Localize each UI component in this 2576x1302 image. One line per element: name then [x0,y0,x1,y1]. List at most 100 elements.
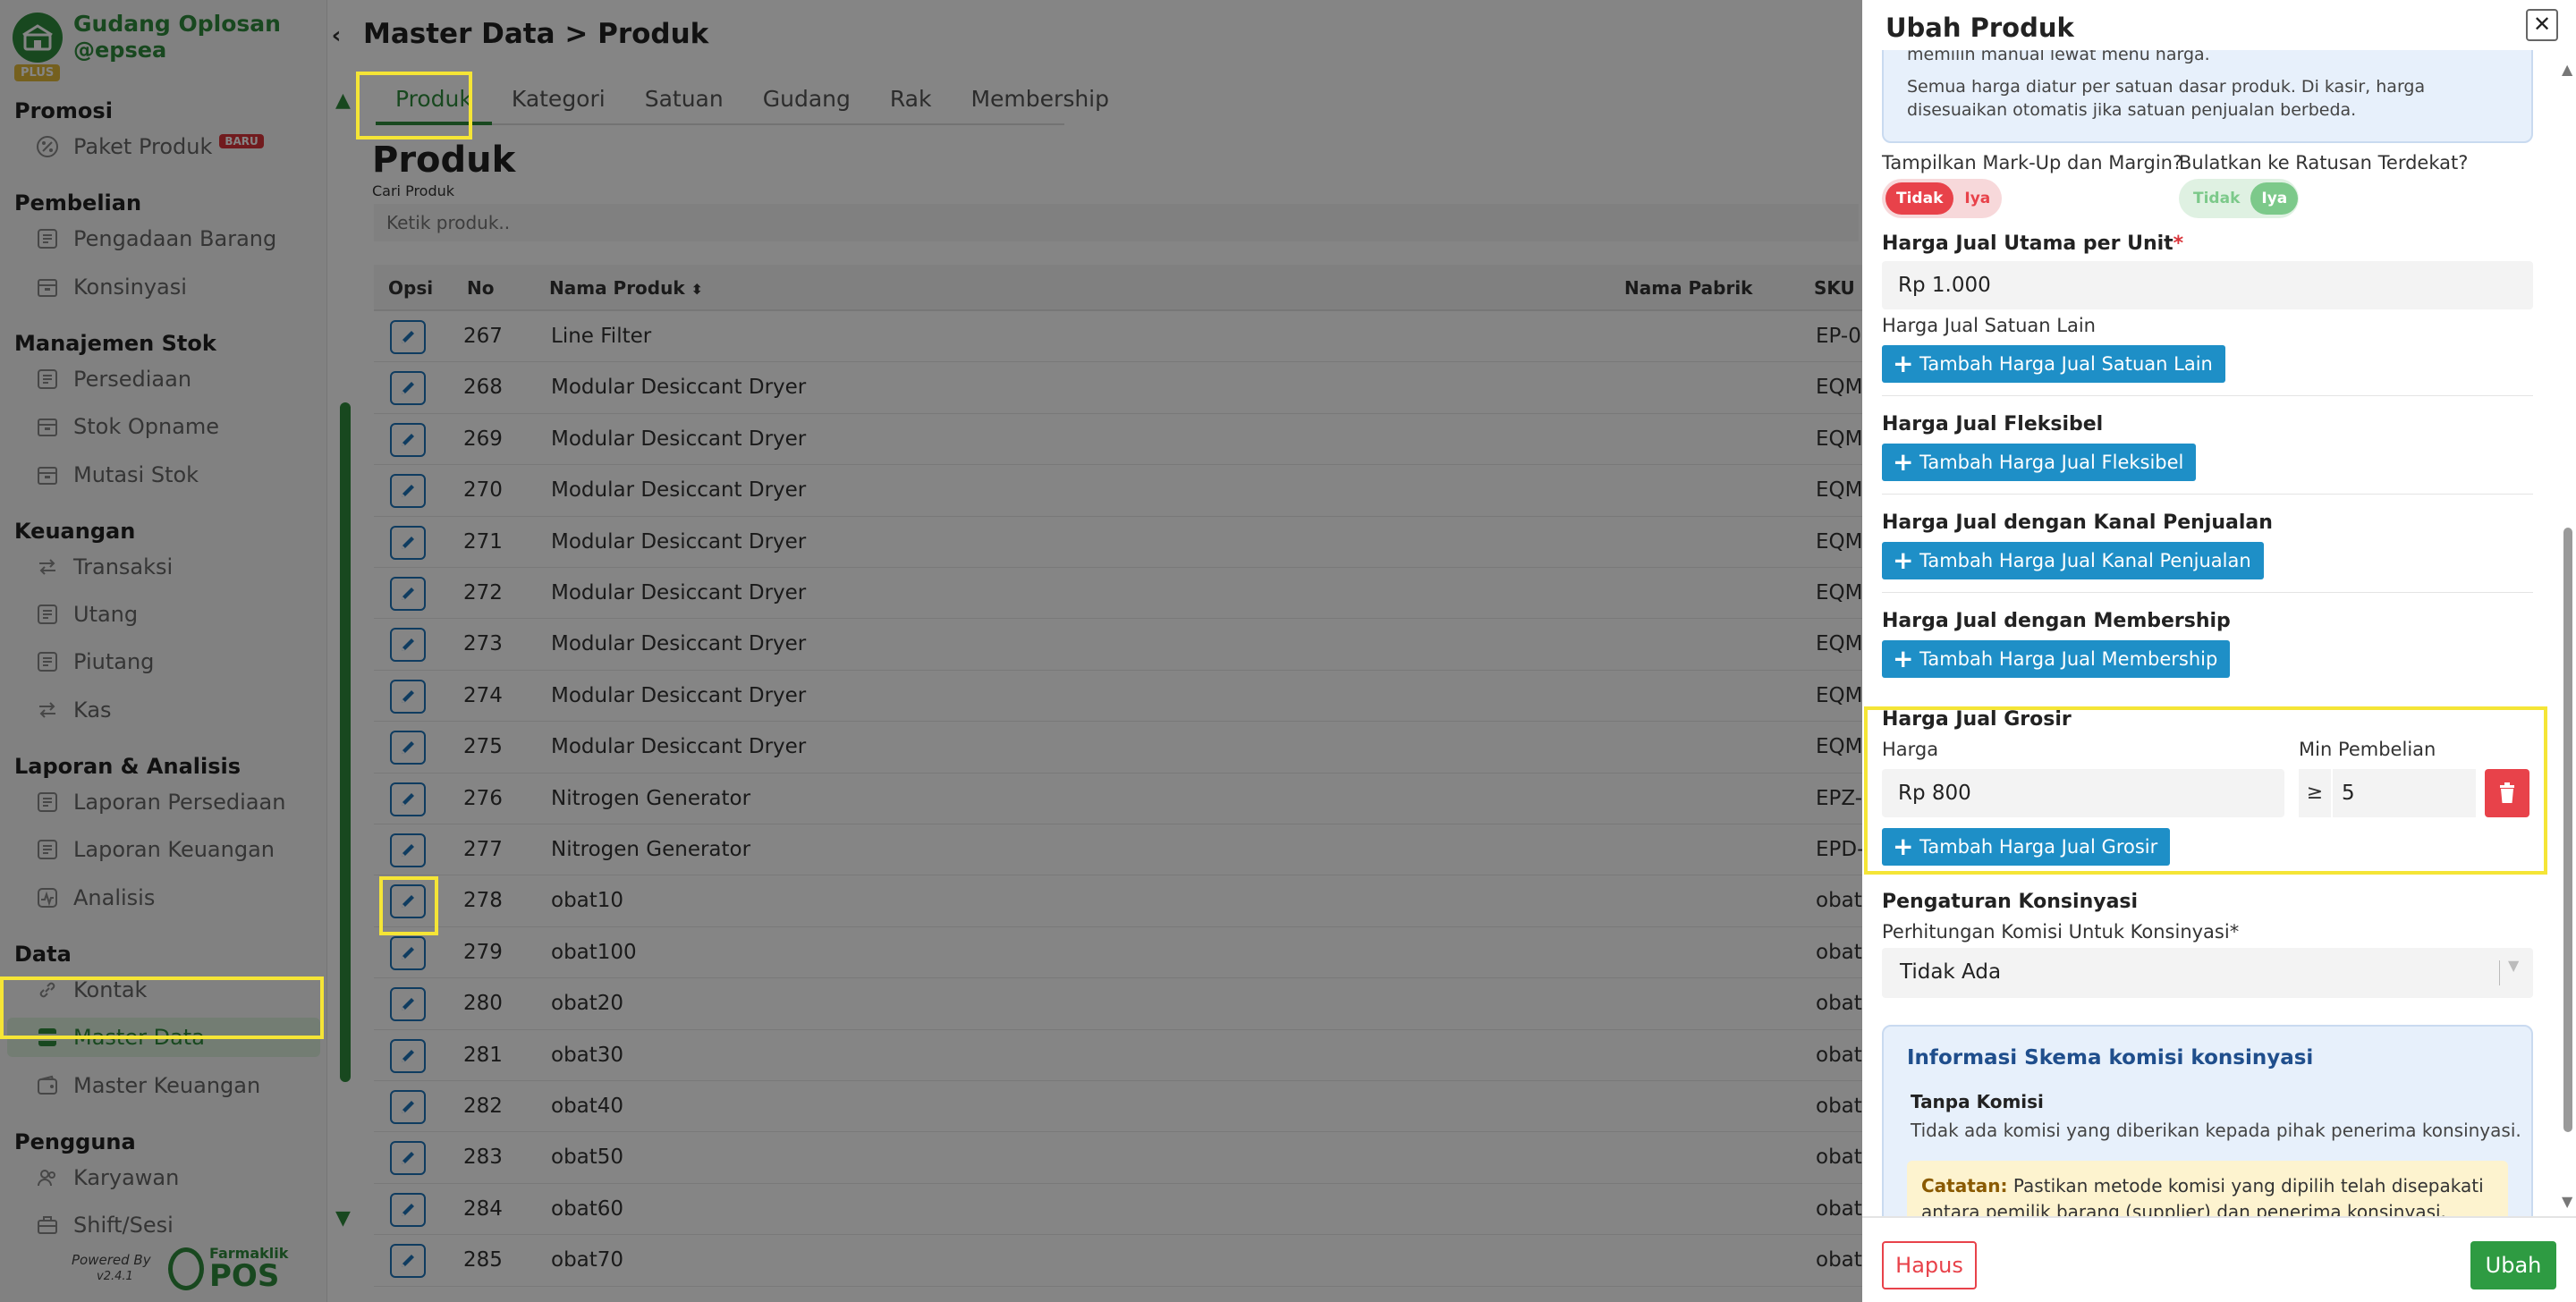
wholesale-min-input[interactable]: 5 [2333,769,2476,817]
wholesale-price-input[interactable]: Rp 800 [1882,769,2284,817]
sidebar-item-kas[interactable]: Kas [7,690,320,730]
tab-membership[interactable]: Membership [951,75,1129,125]
add-flexible-price-button[interactable]: + Tambah Harga Jual Fleksibel [1882,444,2197,481]
sidebar-item-label: Karyawan [73,1164,180,1190]
edit-button[interactable] [390,782,426,816]
tab-kategori[interactable]: Kategori [492,75,625,125]
sidebar-item-label: Laporan Keuangan [73,837,275,863]
edit-button[interactable] [390,935,426,970]
price-info-box: memilih manual lewat menu harga. Semua h… [1882,50,2533,143]
chevron-left-icon[interactable]: ‹ [324,23,349,48]
edit-button[interactable] [390,884,426,919]
add-channel-price-button[interactable]: + Tambah Harga Jual Kanal Penjualan [1882,542,2264,579]
sidebar-item-laporan-keuangan[interactable]: Laporan Keuangan [7,830,320,869]
cell-product-name: obat60 [551,1196,624,1221]
column-nama-produk[interactable]: Nama Produk ⬍ [549,277,703,299]
sidebar-item-pengadaan-barang[interactable]: Pengadaan Barang [7,219,320,258]
main-price-label: Harga Jual Utama per Unit* [1882,232,2183,255]
edit-button[interactable] [390,679,426,714]
save-product-button[interactable]: Ubah [2470,1241,2556,1289]
pencil-icon [402,1255,414,1268]
edit-button[interactable] [390,1192,426,1227]
close-icon[interactable]: ✕ [2526,9,2558,41]
search-input[interactable] [374,204,1859,241]
sidebar-item-paket-produk[interactable]: Paket Produk BARU [7,127,320,166]
markup-toggle-yes[interactable]: Iya [1953,182,2001,215]
drawer-scroll-up-icon[interactable]: ▲ [2562,61,2572,78]
pencil-icon [402,382,414,395]
scroll-down-icon[interactable]: ▼ [335,1207,351,1230]
tab-rak[interactable]: Rak [870,75,952,125]
main-price-input[interactable]: Rp 1.000 [1882,261,2533,309]
edit-button[interactable] [390,371,426,406]
edit-button[interactable] [390,1141,426,1176]
section-title-manajemen-stok: Manajemen Stok [14,330,216,356]
scheme-description: Tidak ada komisi yang diberikan kepada p… [1911,1120,2521,1141]
box-icon [34,413,61,440]
sidebar-item-kontak[interactable]: Kontak [7,970,320,1010]
edit-button[interactable] [390,987,426,1022]
sidebar-item-transaksi[interactable]: Transaksi [7,547,320,587]
pencil-icon [402,741,414,755]
sidebar-item-master-keuangan[interactable]: Master Keuangan [7,1066,320,1105]
sidebar-item-analisis[interactable]: Analisis [7,878,320,917]
edit-button[interactable] [390,731,426,765]
rounding-toggle-no[interactable]: Tidak [2182,182,2250,215]
section-title-keuangan: Keuangan [14,518,136,544]
edit-button[interactable] [390,833,426,867]
sidebar-item-stok-opname[interactable]: Stok Opname [7,407,320,446]
cell-no: 276 [463,786,503,810]
cell-no: 284 [463,1196,503,1221]
sidebar-item-konsinyasi[interactable]: Konsinyasi [7,267,320,307]
cell-no: 280 [463,992,503,1016]
pencil-icon [402,588,414,600]
edit-button[interactable] [390,577,426,611]
edit-button[interactable] [390,474,426,509]
rounding-toggle-yes[interactable]: Iya [2250,182,2299,215]
sidebar-item-piutang[interactable]: Piutang [7,642,320,681]
sidebar-item-master-data[interactable]: Master Data [7,1018,320,1058]
drawer-scroll-down-icon[interactable]: ▼ [2562,1193,2572,1210]
sidebar-item-mutasi-stok[interactable]: Mutasi Stok [7,455,320,495]
tab-gudang[interactable]: Gudang [743,75,870,125]
table-row: 284 obat60 obat6 [374,1184,1875,1236]
drawer-scrollbar-thumb[interactable] [2563,528,2572,1132]
edit-button[interactable] [390,1244,426,1279]
delete-product-button[interactable]: Hapus [1882,1241,1977,1289]
table-row: 282 obat40 obat4 [374,1081,1875,1133]
edit-button[interactable] [390,1090,426,1124]
drawer-body: memilih manual lewat menu harga. Semua h… [1862,50,2560,1216]
breadcrumb: Master Data > Produk [363,18,709,50]
markup-toggle[interactable]: Tidak Iya [1882,179,2002,218]
sidebar-item-shift-sesi[interactable]: Shift/Sesi [7,1205,320,1245]
pencil-icon [402,1101,414,1113]
tab-produk[interactable]: Produk [376,75,492,125]
add-wholesale-price-button[interactable]: + Tambah Harga Jual Grosir [1882,828,2171,866]
scroll-up-icon[interactable]: ▲ [335,89,351,112]
tab-satuan[interactable]: Satuan [625,75,743,125]
sidebar-scrollbar-thumb[interactable] [340,402,351,1082]
add-membership-price-button[interactable]: + Tambah Harga Jual Membership [1882,640,2231,678]
chevron-down-icon[interactable]: ▼ [2508,957,2519,974]
markup-toggle-no[interactable]: Tidak [1885,182,1954,215]
edit-button[interactable] [390,422,426,457]
consignment-commission-select[interactable]: Tidak Ada ▼ [1882,948,2533,998]
sidebar-item-utang[interactable]: Utang [7,595,320,634]
sidebar-item-karyawan[interactable]: Karyawan [7,1158,320,1197]
sidebar-item-persediaan[interactable]: Persediaan [7,359,320,399]
farmaklik-logo: Farmaklik POS [168,1247,288,1291]
chart-icon [34,884,61,911]
add-other-unit-price-button[interactable]: + Tambah Harga Jual Satuan Lain [1882,345,2225,383]
edit-button[interactable] [390,525,426,560]
edit-button[interactable] [390,1038,426,1073]
consignment-label: Perhitungan Komisi Untuk Konsinyasi* [1882,921,2239,943]
sort-icon[interactable]: ⬍ [691,281,703,298]
edit-button[interactable] [390,628,426,663]
delete-wholesale-button[interactable] [2485,769,2529,817]
edit-button[interactable] [390,320,426,354]
cell-product-name: Nitrogen Generator [551,838,751,861]
scheme-subtitle: Tanpa Komisi [1911,1091,2044,1112]
rounding-toggle[interactable]: Tidak Iya [2179,179,2299,218]
sidebar-item-laporan-persediaan[interactable]: Laporan Persediaan [7,782,320,822]
cell-product-name: obat40 [551,1095,624,1118]
